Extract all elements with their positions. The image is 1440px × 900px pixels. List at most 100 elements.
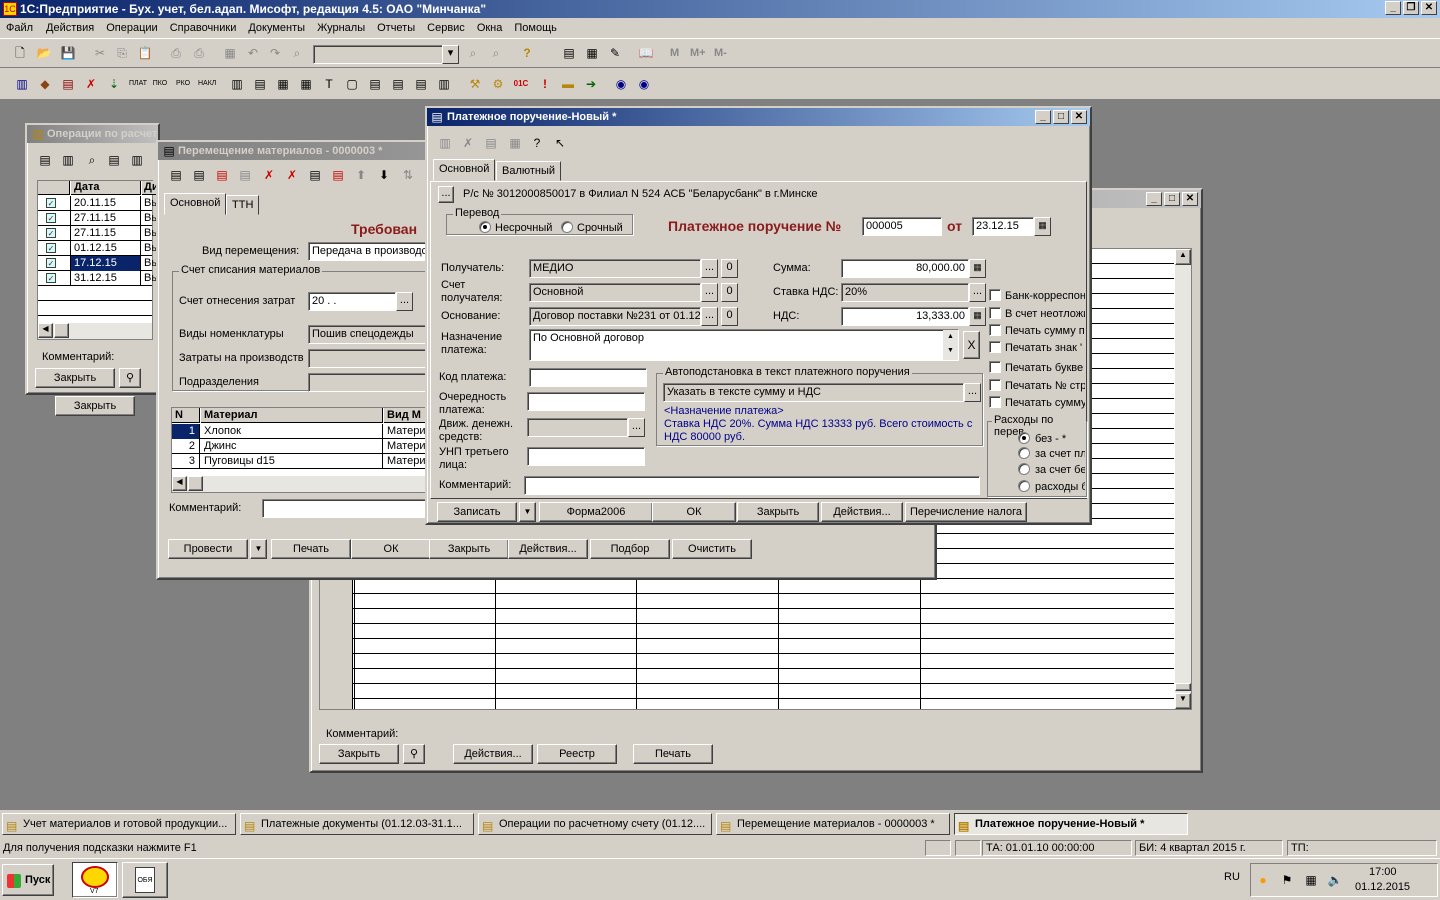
- pay-radio-urgent[interactable]: [561, 221, 573, 233]
- new-doc-icon[interactable]: 🗋: [12, 45, 28, 61]
- close-button[interactable]: ✕: [1421, 1, 1437, 15]
- language-indicator[interactable]: RU: [1224, 871, 1240, 883]
- payment-order-icon[interactable]: ПЛАТ: [129, 76, 147, 92]
- find-icon[interactable]: ⌕: [465, 45, 481, 61]
- report-chart-icon[interactable]: ▥: [436, 76, 452, 92]
- tool-6-icon[interactable]: ➔: [583, 76, 599, 92]
- ref-3-icon[interactable]: ▦: [275, 76, 291, 92]
- mv-cost-field[interactable]: [308, 349, 428, 368]
- pay-queue-field[interactable]: [527, 392, 645, 411]
- post-icon[interactable]: ⇣: [106, 76, 122, 92]
- pay-tb-1-icon[interactable]: ▥: [437, 135, 453, 151]
- pay-radio-nonurgent[interactable]: [479, 221, 491, 233]
- pay-option-checkbox[interactable]: [989, 324, 1001, 336]
- journal-tree-button[interactable]: ⚲: [403, 744, 425, 764]
- ref-4-icon[interactable]: ▦: [298, 76, 314, 92]
- cash-receipt-icon[interactable]: ПКО: [152, 76, 168, 92]
- pay-actions-button[interactable]: Действия...: [821, 502, 903, 522]
- table-row[interactable]: 2 Джинс Матери: [172, 439, 428, 454]
- tray-date[interactable]: 01.12.2015: [1355, 881, 1410, 893]
- start-button[interactable]: Пуск: [2, 864, 54, 896]
- mv-copy-icon[interactable]: ▤: [237, 167, 253, 183]
- book-icon[interactable]: 📖: [638, 45, 654, 61]
- menu-references[interactable]: Справочники: [164, 18, 243, 38]
- pay-option-checkbox[interactable]: [989, 341, 1001, 353]
- menu-reports[interactable]: Отчеты: [371, 18, 421, 38]
- mv-nom-field[interactable]: Пошив спецодежды: [308, 325, 428, 344]
- op-list-icon[interactable]: ▤: [106, 152, 122, 168]
- journal-row[interactable]: [320, 639, 1174, 654]
- mv-type-field[interactable]: Передача в производс: [308, 242, 428, 261]
- pay-expense-radio[interactable]: [1018, 447, 1030, 459]
- operations-grid[interactable]: Дата Ди ◀ ✓ 20.11.15 Вы ✓ 27.11.15 Вы ✓ 27.11.1…: [37, 180, 162, 340]
- tool-5-icon[interactable]: ▬: [560, 76, 576, 92]
- pay-option-checkbox[interactable]: [989, 396, 1001, 408]
- operations-hscroll[interactable]: ◀: [38, 323, 152, 339]
- table-row[interactable]: ✓ 01.12.15 Вы: [38, 241, 159, 256]
- op-edit-icon[interactable]: ▥: [60, 152, 76, 168]
- op-find-icon[interactable]: ⌕: [84, 152, 100, 168]
- pay-expense-radio[interactable]: [1018, 480, 1030, 492]
- preview-icon[interactable]: ⎙: [191, 45, 207, 61]
- restore-button[interactable]: ❐: [1403, 1, 1419, 15]
- journal-close-button[interactable]: ✕: [1182, 192, 1198, 206]
- open-folder-icon[interactable]: 📂: [36, 45, 52, 61]
- journal-scrollbar[interactable]: ▲ ▼: [1175, 249, 1191, 709]
- mv-col-material[interactable]: Материал: [201, 408, 383, 423]
- mv-actions-button[interactable]: Действия...: [508, 539, 588, 559]
- tray-volume-icon[interactable]: 🔈: [1327, 872, 1343, 888]
- pay-purpose-field[interactable]: По Основной договор: [529, 329, 959, 361]
- globe-1-icon[interactable]: ◉: [613, 76, 629, 92]
- ref-2-icon[interactable]: ▤: [252, 76, 268, 92]
- paste-icon[interactable]: 📋: [137, 45, 153, 61]
- pay-base-clear[interactable]: 0: [721, 307, 738, 326]
- journal-row[interactable]: [320, 579, 1174, 594]
- mv-delete-icon[interactable]: ▤: [214, 167, 230, 183]
- search-combo[interactable]: [313, 45, 459, 64]
- calculator-icon[interactable]: ▤: [561, 45, 577, 61]
- memory-mminus-button[interactable]: M-: [714, 47, 727, 59]
- find-next-icon[interactable]: ⌕: [488, 45, 504, 61]
- pay-expense-radio[interactable]: [1018, 432, 1030, 444]
- mv-post-button[interactable]: Провести: [168, 539, 248, 559]
- table-row[interactable]: ✓ 17.12.15 Вы: [38, 256, 159, 271]
- journal-row[interactable]: [320, 684, 1174, 699]
- ref-5-icon[interactable]: T: [321, 76, 337, 92]
- menu-actions[interactable]: Действия: [40, 18, 100, 38]
- cut-icon[interactable]: ✂: [92, 45, 108, 61]
- pay-vat-field[interactable]: 13,333.00: [841, 307, 969, 326]
- minimize-button[interactable]: _: [1385, 1, 1401, 15]
- mv-tab-main[interactable]: Основной: [164, 193, 227, 215]
- mv-edit-icon[interactable]: ▤: [307, 167, 323, 183]
- tool-2-icon[interactable]: ⚙: [490, 76, 506, 92]
- search-combo-dropdown[interactable]: ▾: [442, 45, 459, 64]
- task-payment-order[interactable]: ▤ Платежное поручение-Новый *: [954, 813, 1188, 835]
- journal-minimize-button[interactable]: _: [1146, 192, 1162, 206]
- pay-close-btn[interactable]: Закрыть: [737, 502, 819, 522]
- table-row[interactable]: 3 Пуговицы d15 Матери: [172, 454, 428, 469]
- mv-div-field[interactable]: [308, 373, 428, 392]
- table-row[interactable]: ✓ 27.11.15 Вы: [38, 211, 159, 226]
- menu-documents[interactable]: Документы: [242, 18, 311, 38]
- pay-save-dropdown[interactable]: ▼: [519, 502, 536, 522]
- pay-recv-field[interactable]: МЕДИО: [529, 259, 701, 278]
- mv-ok-button[interactable]: ОК: [351, 539, 431, 559]
- journal-print-button[interactable]: Печать: [633, 744, 713, 764]
- mv-down-icon[interactable]: ⬇: [376, 167, 392, 183]
- delete-ops-icon[interactable]: ✗: [83, 76, 99, 92]
- operations-close-button[interactable]: Закрыть: [35, 368, 115, 388]
- redo-icon[interactable]: ↷: [267, 45, 283, 61]
- pay-purpose-scroll[interactable]: ▲ ▼: [943, 330, 958, 360]
- task-materials-accounting[interactable]: ▤ Учет материалов и готовой продукции...: [2, 813, 236, 835]
- pay-account-select[interactable]: ...: [438, 186, 454, 203]
- ref-6-icon[interactable]: ▢: [344, 76, 360, 92]
- pay-purpose-clear[interactable]: X: [963, 331, 980, 359]
- mv-remove2-icon[interactable]: ✗: [284, 167, 300, 183]
- op-new-icon[interactable]: ▤: [37, 152, 53, 168]
- journal-row[interactable]: [320, 594, 1174, 609]
- pay-ok-button[interactable]: ОК: [652, 502, 736, 522]
- undo-icon[interactable]: ↶: [245, 45, 261, 61]
- mv-insert-icon[interactable]: ▤: [330, 167, 346, 183]
- tool-3-icon[interactable]: 01С: [513, 76, 529, 92]
- alert-icon[interactable]: !: [537, 76, 553, 92]
